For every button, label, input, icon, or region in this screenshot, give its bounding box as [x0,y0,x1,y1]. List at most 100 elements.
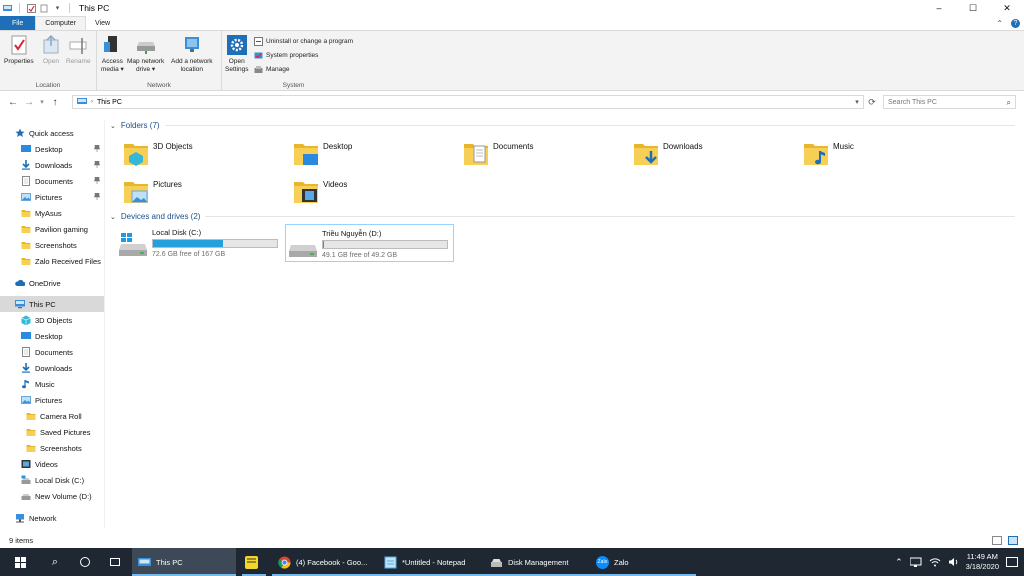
nav-item-documents[interactable]: Documents [0,173,104,189]
folder-tile-3d-objects[interactable]: 3D Objects [123,137,288,171]
nav-item-camera-roll[interactable]: Camera Roll [0,408,104,424]
open-settings-button[interactable]: Open Settings [225,34,249,74]
nav-item-music[interactable]: Music [0,376,104,392]
taskbar-app-zalo[interactable]: Zalo Zalo [590,548,696,576]
title-bar: ▾ This PC – ☐ ✕ [0,0,1024,16]
folder-tile-desktop[interactable]: Desktop [293,137,458,171]
task-view-button[interactable] [100,548,130,576]
nav-item-screenshots[interactable]: Screenshots [0,440,104,456]
nav-item-pictures[interactable]: Pictures [0,189,104,205]
customize-qat-chevron-icon[interactable]: ▾ [53,4,62,13]
manage-icon [254,66,263,73]
collapse-chevron-icon[interactable]: ⌄ [110,213,116,221]
system-properties-button[interactable]: System properties [254,51,318,60]
address-dropdown-chevron-icon[interactable]: ▾ [851,98,863,106]
breadcrumb-this-pc[interactable]: This PC [97,99,122,106]
taskbar-app-notepad[interactable]: *Untitled - Notepad [378,548,484,576]
tab-file[interactable]: File [0,16,36,30]
nav-item-downloads[interactable]: Downloads [0,360,104,376]
properties-check-icon[interactable] [27,3,36,13]
pin-icon[interactable] [94,145,100,152]
access-media-button[interactable]: Access media ▾ [101,34,124,74]
tab-view[interactable]: View [86,16,119,30]
nav-item-myasus[interactable]: MyAsus [0,205,104,221]
manage-button[interactable]: Manage [254,65,290,74]
nav-item-desktop[interactable]: Desktop [0,328,104,344]
folder-tile-videos[interactable]: Videos [293,175,458,209]
pin-icon[interactable] [94,193,100,200]
folder-tile-music[interactable]: Music [803,137,968,171]
recent-locations-chevron-icon[interactable]: ▾ [37,94,47,110]
start-button[interactable] [0,548,40,576]
breadcrumb-separator-icon[interactable]: › [91,99,93,105]
folders-section-header[interactable]: ⌄ Folders (7) [110,121,1015,130]
drive-tile-d[interactable]: Triều Nguyễn (D:) 49.1 GB free of 49.2 G… [285,224,454,262]
rename-label: Rename [66,58,91,65]
open-button[interactable]: Open [41,34,61,66]
nav-item-downloads[interactable]: Downloads [0,157,104,173]
wifi-icon[interactable] [929,557,941,567]
show-hidden-icons-chevron-icon[interactable]: ⌃ [895,557,903,568]
properties-button[interactable]: Properties [4,34,34,66]
help-icon[interactable]: ? [1011,18,1020,28]
refresh-button[interactable]: ⟳ [865,95,879,109]
nav-item-screenshots[interactable]: Screenshots [0,237,104,253]
nav-item-desktop[interactable]: Desktop [0,141,104,157]
tiles-view-button[interactable] [1008,536,1018,545]
drive-tile-c[interactable]: Local Disk (C:) 72.6 GB free of 167 GB [116,226,285,264]
nav-item-label: Desktop [35,331,63,341]
details-view-button[interactable] [992,536,1002,545]
nav-item-new-volume-d[interactable]: New Volume (D:) [0,488,104,504]
back-button[interactable]: ← [5,94,21,110]
nav-quick-access[interactable]: Quick access [0,125,104,141]
uninstall-program-button[interactable]: Uninstall or change a program [254,37,353,46]
taskbar-app-disk-management[interactable]: Disk Management [484,548,590,576]
search-input[interactable]: Search This PC ⌕ [883,95,1016,109]
folder-tile-documents[interactable]: Documents [463,137,628,171]
address-bar[interactable]: › This PC ▾ [72,95,864,109]
add-network-location-button[interactable]: Add a network location [171,34,213,74]
rename-button[interactable]: Rename [66,34,91,66]
search-button[interactable]: ⌕ [40,548,70,576]
minimize-button[interactable]: – [922,0,956,16]
explorer-window-icon[interactable] [3,4,12,13]
nav-item-label: MyAsus [35,208,62,218]
folder-tile-pictures[interactable]: Pictures [123,175,288,209]
pin-icon[interactable] [94,161,100,168]
collapse-ribbon-icon[interactable]: ⌃ [996,19,1003,28]
pin-icon[interactable] [94,177,100,184]
nav-item-local-disk-c[interactable]: Local Disk (C:) [0,472,104,488]
tab-computer[interactable]: Computer [35,16,87,30]
nav-this-pc[interactable]: This PC [0,296,104,312]
nav-item-documents[interactable]: Documents [0,344,104,360]
nav-item-videos[interactable]: Videos [0,456,104,472]
forward-button[interactable]: → [21,94,37,110]
up-button[interactable]: ↑ [47,94,63,110]
volume-icon[interactable] [948,557,959,567]
map-network-drive-button[interactable]: Map network drive ▾ [127,34,164,74]
maximize-button[interactable]: ☐ [956,0,990,16]
nav-item-saved-pictures[interactable]: Saved Pictures [0,424,104,440]
nav-network[interactable]: Network [0,510,104,526]
cortana-button[interactable] [70,548,100,576]
nav-item-pictures[interactable]: Pictures [0,392,104,408]
folder-name: Videos [323,180,348,189]
network-status-icon[interactable] [909,557,922,567]
nav-onedrive[interactable]: OneDrive [0,275,104,291]
taskbar-app-file-explorer[interactable]: This PC [132,548,236,576]
nav-item-zalo-received-files[interactable]: Zalo Received Files [0,253,104,269]
collapse-chevron-icon[interactable]: ⌄ [110,122,116,130]
clock[interactable]: 11:49 AM 3/18/2020 [966,552,999,572]
uninstall-program-icon [254,37,263,46]
action-center-icon[interactable] [1006,557,1018,567]
new-folder-icon[interactable] [40,4,49,13]
folder-tile-downloads[interactable]: Downloads [633,137,798,171]
drives-section-header[interactable]: ⌄ Devices and drives (2) [110,212,1015,221]
taskbar-app-chrome[interactable]: (4) Facebook - Goo... [272,548,378,576]
nav-item-pavilion-gaming[interactable]: Pavilion gaming [0,221,104,237]
search-icon[interactable]: ⌕ [1007,98,1011,108]
taskbar-app-sticky-notes[interactable] [236,548,272,576]
close-button[interactable]: ✕ [990,0,1024,16]
address-dropdown[interactable]: ▾ [851,96,863,108]
nav-item-3d-objects[interactable]: 3D Objects [0,312,104,328]
